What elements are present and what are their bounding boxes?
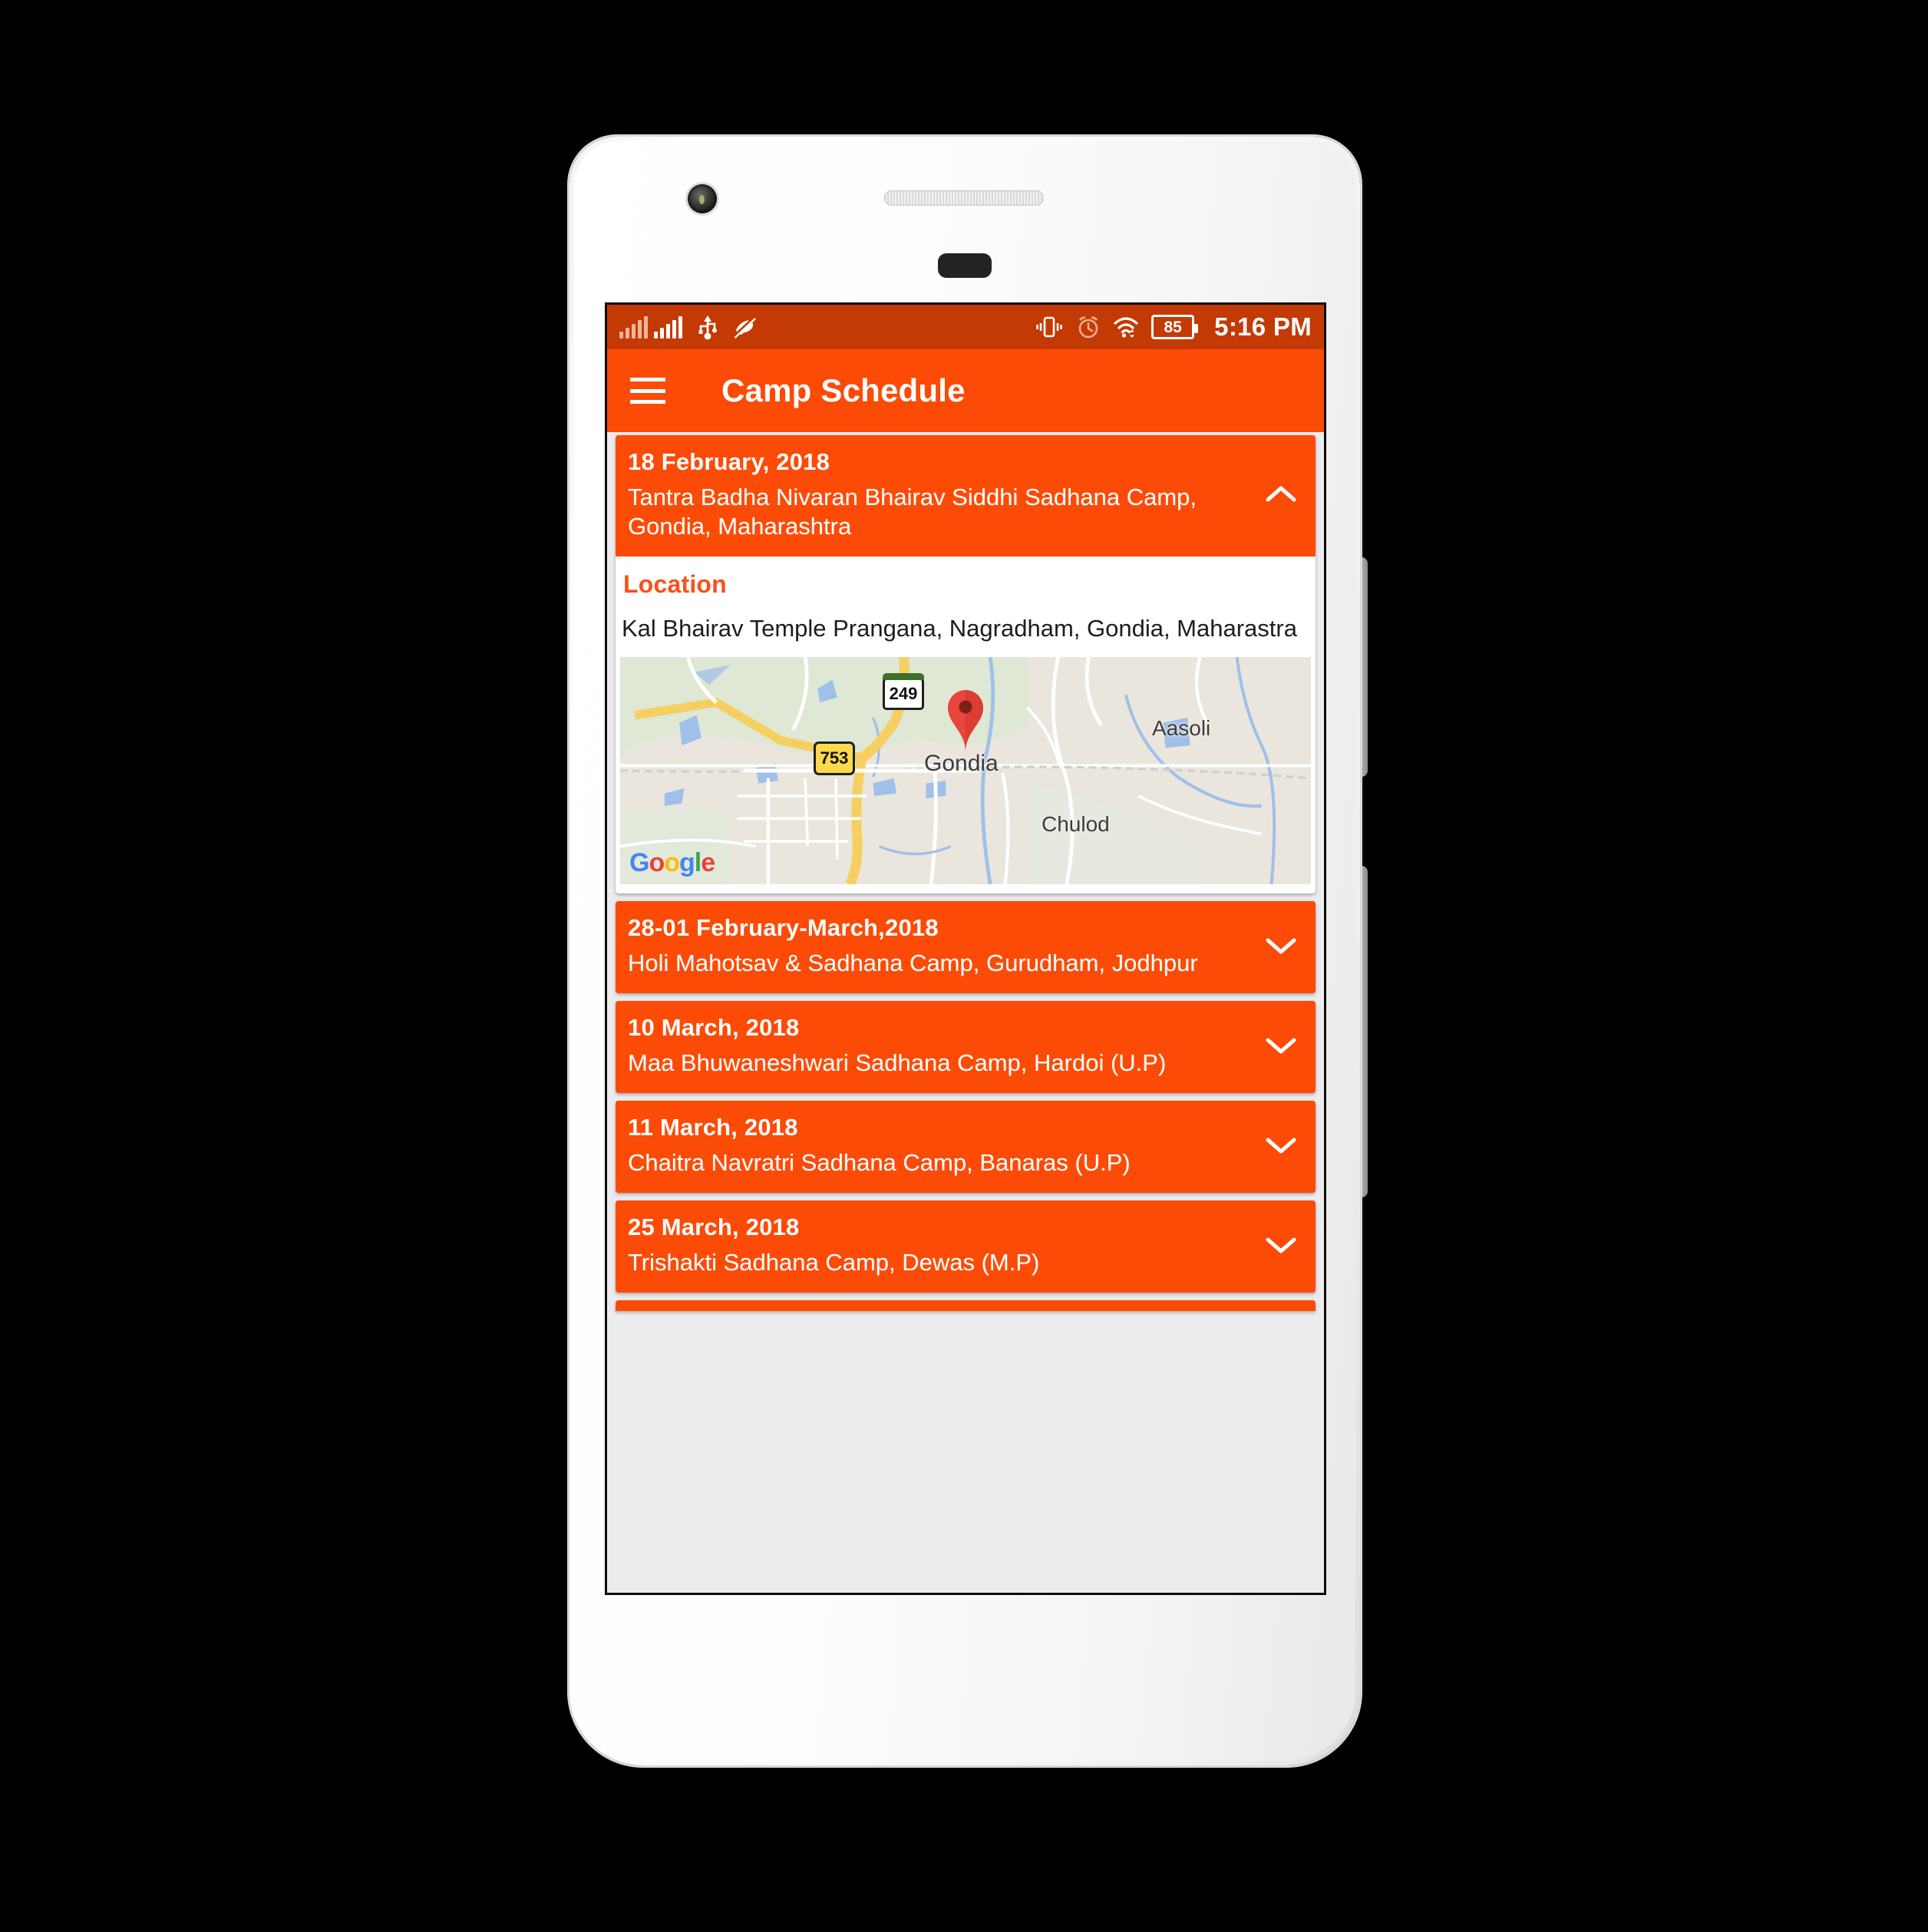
chevron-down-icon[interactable]: [1257, 1234, 1305, 1257]
signal-bars-sim1-icon: [619, 315, 648, 339]
map-label-aasoli: Aasoli: [1152, 716, 1211, 741]
highway-shield-249: 249: [883, 672, 924, 710]
screenshot-root: 85 5:16 PM Camp Schedule 18 February, 20…: [0, 0, 1928, 1932]
camp-card-collapsed: 11 March, 2018 Chaitra Navratri Sadhana …: [616, 1101, 1316, 1194]
camp-card-header[interactable]: 18 February, 2018 Tantra Badha Nivaran B…: [616, 435, 1316, 556]
chevron-down-icon[interactable]: [1257, 934, 1305, 957]
camp-card-header[interactable]: 10 March, 2018 Maa Bhuwaneshwari Sadhana…: [616, 1001, 1316, 1094]
camp-title: Trishakti Sadhana Camp, Dewas (M.P): [628, 1249, 1040, 1276]
camp-title: Holi Mahotsav & Sadhana Camp, Gurudham, …: [628, 949, 1198, 977]
earpiece-speaker-icon: [884, 190, 1044, 206]
proximity-sensor-icon: [938, 253, 992, 278]
camp-title: Chaitra Navratri Sadhana Camp, Banaras (…: [628, 1149, 1131, 1177]
wifi-icon: [1113, 315, 1139, 339]
camp-card-collapsed: 25 March, 2018 Trishakti Sadhana Camp, D…: [616, 1200, 1316, 1293]
google-logo: Google: [629, 848, 715, 878]
camp-card-head-text: 28-01 February-March,2018 Holi Mahotsav …: [628, 913, 1257, 978]
highway-shield-753: 753: [814, 741, 855, 775]
camp-card-header[interactable]: 28-01 February-March,2018 Holi Mahotsav …: [616, 901, 1316, 994]
alarm-icon: [1076, 315, 1101, 339]
page-title: Camp Schedule: [721, 372, 966, 408]
front-camera-icon: [688, 184, 717, 213]
camp-card-collapsed: 28-01 February-March,2018 Holi Mahotsav …: [616, 901, 1316, 994]
highway-shield-753-label: 753: [820, 748, 849, 768]
location-label: Location: [623, 570, 727, 598]
app-bar: Camp Schedule: [607, 349, 1324, 432]
camp-card-head-text: 25 March, 2018 Trishakti Sadhana Camp, D…: [628, 1213, 1257, 1277]
chevron-up-icon[interactable]: [1257, 483, 1305, 506]
location-address: Kal Bhairav Temple Prangana, Nagradham, …: [622, 614, 1297, 642]
camp-schedule-list: 18 February, 2018 Tantra Badha Nivaran B…: [607, 435, 1324, 1312]
camp-date: 18 February, 2018: [628, 448, 830, 475]
camp-card-header[interactable]: 25 March, 2018 Trishakti Sadhana Camp, D…: [616, 1200, 1316, 1293]
status-bar-right-icons: 85 5:16 PM: [1035, 312, 1312, 342]
camp-date: 10 March, 2018: [628, 1014, 800, 1042]
chevron-down-icon[interactable]: [1257, 1134, 1305, 1157]
battery-level-label: 85: [1164, 318, 1182, 336]
camp-date: 11 March, 2018: [628, 1114, 798, 1141]
camp-card-header[interactable]: 11 March, 2018 Chaitra Navratri Sadhana …: [616, 1101, 1316, 1194]
status-bar: 85 5:16 PM: [607, 305, 1324, 349]
map-label-chulod: Chulod: [1042, 811, 1110, 836]
camp-card-partial-next[interactable]: [616, 1300, 1316, 1312]
hamburger-menu-icon[interactable]: [630, 378, 665, 404]
usb-icon: [698, 314, 718, 340]
signal-bars-sim2-icon: [654, 315, 682, 339]
camp-card-head-text: 18 February, 2018 Tantra Badha Nivaran B…: [628, 447, 1257, 541]
mute-icon: [733, 315, 756, 339]
camp-card-expanded: 18 February, 2018 Tantra Badha Nivaran B…: [616, 435, 1316, 894]
camp-card-head-text: 10 March, 2018 Maa Bhuwaneshwari Sadhana…: [628, 1013, 1257, 1078]
signal-bars-group: [619, 315, 682, 339]
google-map-preview[interactable]: 249 753 Gondia Aasoli Chulod Google: [620, 657, 1311, 885]
status-bar-clock: 5:16 PM: [1214, 312, 1312, 341]
camp-card-collapsed: 10 March, 2018 Maa Bhuwaneshwari Sadhana…: [616, 1001, 1316, 1094]
camp-date: 28-01 February-March,2018: [628, 914, 939, 942]
phone-screen: 85 5:16 PM Camp Schedule 18 February, 20…: [605, 302, 1326, 1595]
status-bar-left-icons: [619, 314, 756, 340]
vibrate-icon: [1035, 315, 1064, 339]
battery-icon: 85: [1151, 315, 1199, 339]
camp-date: 25 March, 2018: [628, 1214, 800, 1241]
camp-title: Tantra Badha Nivaran Bhairav Siddhi Sadh…: [628, 484, 1197, 540]
map-pin-marker-icon[interactable]: [942, 684, 989, 757]
highway-shield-249-label: 249: [889, 683, 918, 703]
camp-card-head-text: 11 March, 2018 Chaitra Navratri Sadhana …: [628, 1113, 1257, 1177]
camp-card-body: Location Kal Bhairav Temple Prangana, Na…: [616, 556, 1316, 894]
camp-title: Maa Bhuwaneshwari Sadhana Camp, Hardoi (…: [628, 1049, 1167, 1077]
chevron-down-icon[interactable]: [1257, 1034, 1305, 1057]
